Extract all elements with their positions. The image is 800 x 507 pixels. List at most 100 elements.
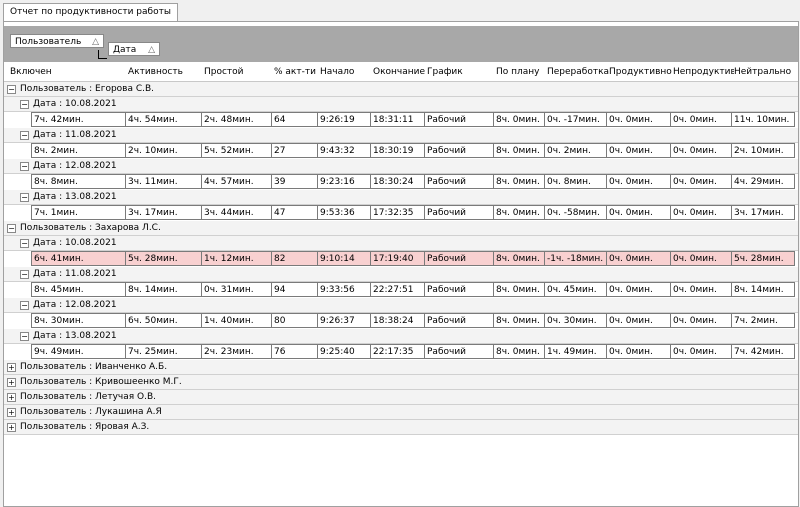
date-group-label: Дата : 13.08.2021 <box>33 331 117 341</box>
cell-idle: 2ч. 23мин. <box>202 344 272 359</box>
expand-icon[interactable]: + <box>7 393 16 402</box>
cell-activity-percent: 82 <box>272 251 318 266</box>
user-group-row[interactable]: − Пользователь : Захарова Л.С. <box>4 221 798 236</box>
collapse-icon[interactable]: − <box>7 224 16 233</box>
collapse-icon[interactable]: − <box>20 131 29 140</box>
cell-activity: 7ч. 25мин. <box>126 344 202 359</box>
collapse-icon[interactable]: − <box>20 162 29 171</box>
date-group-row[interactable]: − Дата : 12.08.2021 <box>4 298 798 313</box>
column-header-activity-percent[interactable]: % акт-ти <box>272 64 320 81</box>
cell-included: 8ч. 30мин. <box>31 313 126 328</box>
cell-overtime: 0ч. 8мин. <box>545 174 607 189</box>
group-by-area: Пользователь △ Дата △ <box>4 26 798 62</box>
cell-productive: 0ч. 0мин. <box>607 143 671 158</box>
column-header-overtime[interactable]: Переработка <box>545 64 609 81</box>
group-by-date-label: Дата <box>113 45 137 55</box>
date-group-label: Дата : 13.08.2021 <box>33 192 117 202</box>
expand-icon[interactable]: + <box>7 423 16 432</box>
cell-activity: 3ч. 11мин. <box>126 174 202 189</box>
cell-start: 9:33:56 <box>318 282 371 297</box>
cell-planned: 8ч. 0мин. <box>494 313 545 328</box>
cell-neutral: 8ч. 14мин. <box>732 282 795 297</box>
cell-schedule: Рабочий <box>425 143 494 158</box>
cell-productive: 0ч. 0мин. <box>607 174 671 189</box>
cell-productive: 0ч. 0мин. <box>607 251 671 266</box>
collapse-icon[interactable]: − <box>20 301 29 310</box>
table-row[interactable]: 8ч. 8мин. 3ч. 11мин. 4ч. 57мин. 39 9:23:16 18… <box>4 174 798 190</box>
collapse-icon[interactable]: − <box>20 100 29 109</box>
cell-idle: 1ч. 12мин. <box>202 251 272 266</box>
collapse-icon[interactable]: − <box>20 270 29 279</box>
cell-schedule: Рабочий <box>425 282 494 297</box>
table-row[interactable]: 7ч. 1мин. 3ч. 17мин. 3ч. 44мин. 47 9:53:36 17… <box>4 205 798 221</box>
column-header-idle[interactable]: Простой <box>202 64 274 81</box>
collapse-icon[interactable]: − <box>20 239 29 248</box>
column-header-activity[interactable]: Активность <box>126 64 204 81</box>
expand-icon[interactable]: + <box>7 363 16 372</box>
cell-end: 22:27:51 <box>371 282 425 297</box>
date-group-row[interactable]: − Дата : 10.08.2021 <box>4 236 798 251</box>
group-by-date-chip[interactable]: Дата △ <box>108 42 160 56</box>
date-group-row[interactable]: − Дата : 11.08.2021 <box>4 128 798 143</box>
user-group-row[interactable]: + Пользователь : Кривошеенко М.Г. <box>4 375 798 390</box>
column-header-end[interactable]: Окончание <box>371 64 427 81</box>
collapse-icon[interactable]: − <box>20 332 29 341</box>
table-row[interactable]: 8ч. 30мин. 6ч. 50мин. 1ч. 40мин. 80 9:26:37 1… <box>4 313 798 329</box>
date-group-label: Дата : 12.08.2021 <box>33 161 117 171</box>
cell-activity: 8ч. 14мин. <box>126 282 202 297</box>
table-row[interactable]: 6ч. 41мин. 5ч. 28мин. 1ч. 12мин. 82 9:10:14 1… <box>4 251 798 267</box>
expand-icon[interactable]: + <box>7 408 16 417</box>
grid-body: − Пользователь : Егорова С.В. − Дата : 10.0… <box>4 82 798 435</box>
date-group-row[interactable]: − Дата : 13.08.2021 <box>4 329 798 344</box>
group-by-user-chip[interactable]: Пользователь △ <box>10 34 104 48</box>
user-group-label: Пользователь : Лукашина А.Я <box>20 407 162 417</box>
table-row[interactable]: 8ч. 2мин. 2ч. 10мин. 5ч. 52мин. 27 9:43:32 18… <box>4 143 798 159</box>
cell-overtime: -1ч. -18мин. <box>545 251 607 266</box>
cell-overtime: 0ч. 45мин. <box>545 282 607 297</box>
expand-icon[interactable]: + <box>7 378 16 387</box>
cell-end: 22:17:35 <box>371 344 425 359</box>
date-group-row[interactable]: − Дата : 12.08.2021 <box>4 159 798 174</box>
column-header-start[interactable]: Начало <box>318 64 373 81</box>
cell-neutral: 2ч. 10мин. <box>732 143 795 158</box>
tab-productivity-report[interactable]: Отчет по продуктивности работы <box>3 3 178 22</box>
user-group-row[interactable]: + Пользователь : Лукашина А.Я <box>4 405 798 420</box>
cell-end: 18:30:19 <box>371 143 425 158</box>
column-header-included[interactable]: Включен <box>8 64 128 81</box>
user-group-row[interactable]: + Пользователь : Иванченко А.Б. <box>4 360 798 375</box>
date-group-row[interactable]: − Дата : 10.08.2021 <box>4 97 798 112</box>
cell-overtime: 0ч. -58мин. <box>545 205 607 220</box>
cell-unproductive: 0ч. 0мин. <box>671 282 732 297</box>
column-header-unproductive[interactable]: Непродуктивно <box>671 64 734 81</box>
column-header-neutral[interactable]: Нейтрально <box>732 64 797 81</box>
collapse-icon[interactable]: − <box>7 85 16 94</box>
column-header-planned[interactable]: По плану <box>494 64 547 81</box>
cell-overtime: 0ч. 2мин. <box>545 143 607 158</box>
cell-end: 18:30:24 <box>371 174 425 189</box>
cell-schedule: Рабочий <box>425 344 494 359</box>
table-row[interactable]: 9ч. 49мин. 7ч. 25мин. 2ч. 23мин. 76 9:25:40 2… <box>4 344 798 360</box>
table-row[interactable]: 7ч. 42мин. 4ч. 54мин. 2ч. 48мин. 64 9:26:19 1… <box>4 112 798 128</box>
cell-planned: 8ч. 0мин. <box>494 344 545 359</box>
date-group-row[interactable]: − Дата : 11.08.2021 <box>4 267 798 282</box>
user-group-row[interactable]: + Пользователь : Яровая А.З. <box>4 420 798 435</box>
cell-neutral: 4ч. 29мин. <box>732 174 795 189</box>
column-header-schedule[interactable]: График <box>425 64 496 81</box>
cell-schedule: Рабочий <box>425 174 494 189</box>
date-group-row[interactable]: − Дата : 13.08.2021 <box>4 190 798 205</box>
collapse-icon[interactable]: − <box>20 193 29 202</box>
group-by-user-label: Пользователь <box>15 37 82 47</box>
cell-schedule: Рабочий <box>425 313 494 328</box>
cell-schedule: Рабочий <box>425 112 494 127</box>
user-group-row[interactable]: − Пользователь : Егорова С.В. <box>4 82 798 97</box>
user-group-row[interactable]: + Пользователь : Летучая О.В. <box>4 390 798 405</box>
cell-overtime: 0ч. 30мин. <box>545 313 607 328</box>
table-row[interactable]: 8ч. 45мин. 8ч. 14мин. 0ч. 31мин. 94 9:33:56 2… <box>4 282 798 298</box>
cell-planned: 8ч. 0мин. <box>494 205 545 220</box>
cell-neutral: 5ч. 28мин. <box>732 251 795 266</box>
column-header-productive[interactable]: Продуктивно <box>607 64 673 81</box>
cell-neutral: 7ч. 42мин. <box>732 344 795 359</box>
cell-included: 8ч. 8мин. <box>31 174 126 189</box>
cell-schedule: Рабочий <box>425 205 494 220</box>
cell-productive: 0ч. 0мин. <box>607 282 671 297</box>
